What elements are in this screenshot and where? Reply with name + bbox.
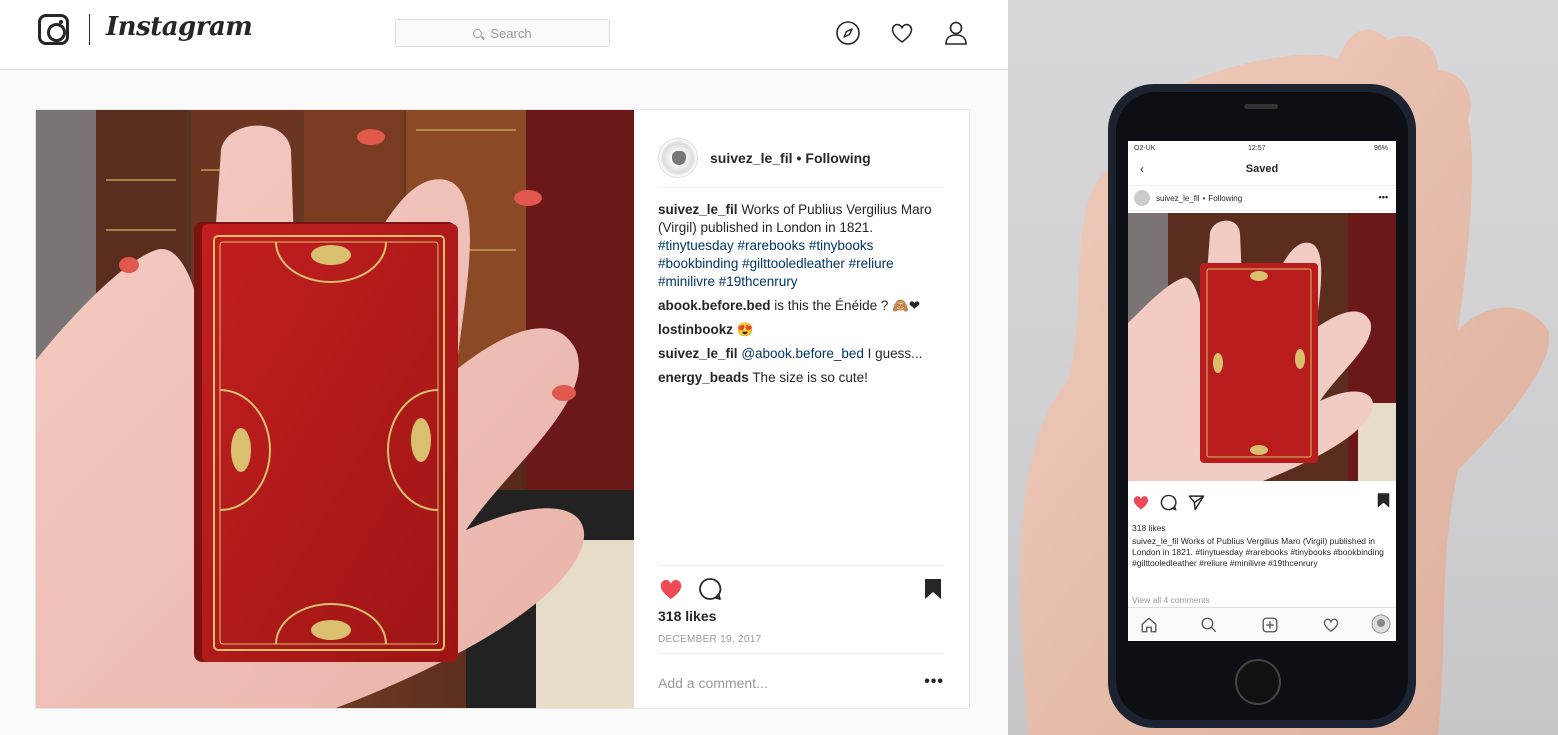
post-header: suivez_le_fil • Following [658, 128, 944, 188]
comment-text: is this the Énéide ? 🙈❤ [774, 298, 921, 313]
comment-mention[interactable]: @abook.before_bed [741, 346, 864, 361]
more-options-icon[interactable]: ••• [924, 673, 944, 691]
mobile-action-bar [1128, 486, 1396, 516]
bookmark-icon[interactable] [1377, 492, 1390, 509]
heart-icon[interactable] [658, 577, 684, 601]
search-icon [473, 28, 483, 38]
profile-icon[interactable] [943, 20, 969, 46]
mobile-post-header: suivez_le_fil • Following ••• [1128, 185, 1396, 211]
list-item: suivez_le_fil @abook.before_bed I guess.… [658, 345, 944, 363]
screen-title: Saved [1245, 163, 1279, 175]
add-post-icon[interactable] [1261, 616, 1279, 634]
phone-status-bar: O2-UK 12:57 96% [1128, 145, 1396, 157]
mobile-header-separator: • [1202, 193, 1206, 203]
clock-label: 12:57 [1248, 145, 1266, 152]
post-photo[interactable] [36, 110, 634, 708]
following-button[interactable]: Following [805, 150, 870, 166]
comment-username[interactable]: energy_beads [658, 370, 749, 385]
add-comment-field[interactable]: Add a comment... ••• [658, 653, 944, 708]
avatar[interactable] [658, 137, 698, 178]
book-in-hand-photo [1128, 213, 1396, 481]
search-input[interactable]: Search [395, 19, 610, 47]
share-icon[interactable] [1188, 494, 1205, 511]
mobile-caption-username[interactable]: suivez_le_fil [1132, 536, 1178, 546]
caption: suivez_le_fil Works of Publius Vergilius… [658, 201, 944, 291]
post-username[interactable]: suivez_le_fil [710, 150, 793, 166]
comments-list: suivez_le_fil Works of Publius Vergilius… [658, 201, 944, 393]
heart-icon[interactable] [889, 20, 915, 46]
carrier-label: O2-UK [1134, 145, 1156, 152]
comment-icon[interactable] [1160, 494, 1177, 511]
bookmark-icon[interactable] [924, 578, 942, 600]
mobile-username[interactable]: suivez_le_fil [1156, 194, 1200, 203]
caption-hashtags[interactable]: #tinytuesday #rarebooks #tinybooks #book… [658, 238, 894, 289]
comment-username[interactable]: lostinbookz [658, 322, 733, 337]
search-icon[interactable] [1200, 616, 1218, 634]
post-details-panel: suivez_le_fil • Following suivez_le_fil … [634, 110, 969, 708]
view-all-comments-link[interactable]: View all 4 comments [1132, 595, 1210, 605]
post-date[interactable]: DECEMBER 19, 2017 [658, 634, 761, 645]
battery-label: 96% [1373, 145, 1388, 152]
phone-screen: O2-UK 12:57 96% ‹ Saved suivez_le_fil • … [1128, 141, 1396, 641]
top-navigation-bar: Instagram Search [0, 0, 1008, 70]
search-placeholder: Search [490, 25, 532, 41]
mobile-following[interactable]: Following [1208, 194, 1242, 203]
instagram-logo-icon[interactable] [38, 14, 69, 45]
home-icon[interactable] [1140, 616, 1158, 634]
header-separator: • [796, 149, 802, 166]
comment-icon[interactable] [698, 577, 722, 601]
likes-count[interactable]: 318 likes [658, 608, 716, 624]
list-item: lostinbookz 😍 [658, 321, 944, 339]
mobile-caption: suivez_le_fil Works of Publius Vergilius… [1132, 536, 1394, 569]
compass-icon[interactable] [835, 20, 861, 46]
caption-username[interactable]: suivez_le_fil [658, 202, 738, 217]
mobile-post-photo[interactable] [1128, 213, 1396, 481]
mobile-likes-count[interactable]: 318 likes [1132, 523, 1166, 533]
more-options-icon[interactable]: ••• [1379, 192, 1388, 202]
avatar[interactable] [1134, 190, 1150, 206]
instagram-wordmark[interactable]: Instagram [106, 12, 253, 42]
add-comment-placeholder: Add a comment... [658, 675, 768, 691]
comment-username[interactable]: suivez_le_fil [658, 346, 738, 361]
comment-text: The size is so cute! [752, 370, 868, 385]
comment-text: I guess... [867, 346, 923, 361]
list-item: energy_beads The size is so cute! [658, 369, 944, 387]
book-in-hand-photo [36, 110, 634, 708]
logo-divider [89, 14, 90, 45]
mobile-tab-bar [1128, 607, 1396, 641]
comment-text: 😍 [736, 322, 754, 337]
instagram-web-view: Instagram Search suivez_le_fil • Followi… [0, 0, 1008, 735]
list-item: abook.before.bed is this the Énéide ? 🙈❤ [658, 297, 944, 315]
profile-avatar-icon[interactable] [1371, 614, 1391, 634]
post-card: suivez_le_fil • Following suivez_le_fil … [35, 109, 970, 709]
heart-icon[interactable] [1322, 616, 1340, 634]
heart-icon[interactable] [1132, 494, 1150, 511]
comment-username[interactable]: abook.before.bed [658, 298, 771, 313]
